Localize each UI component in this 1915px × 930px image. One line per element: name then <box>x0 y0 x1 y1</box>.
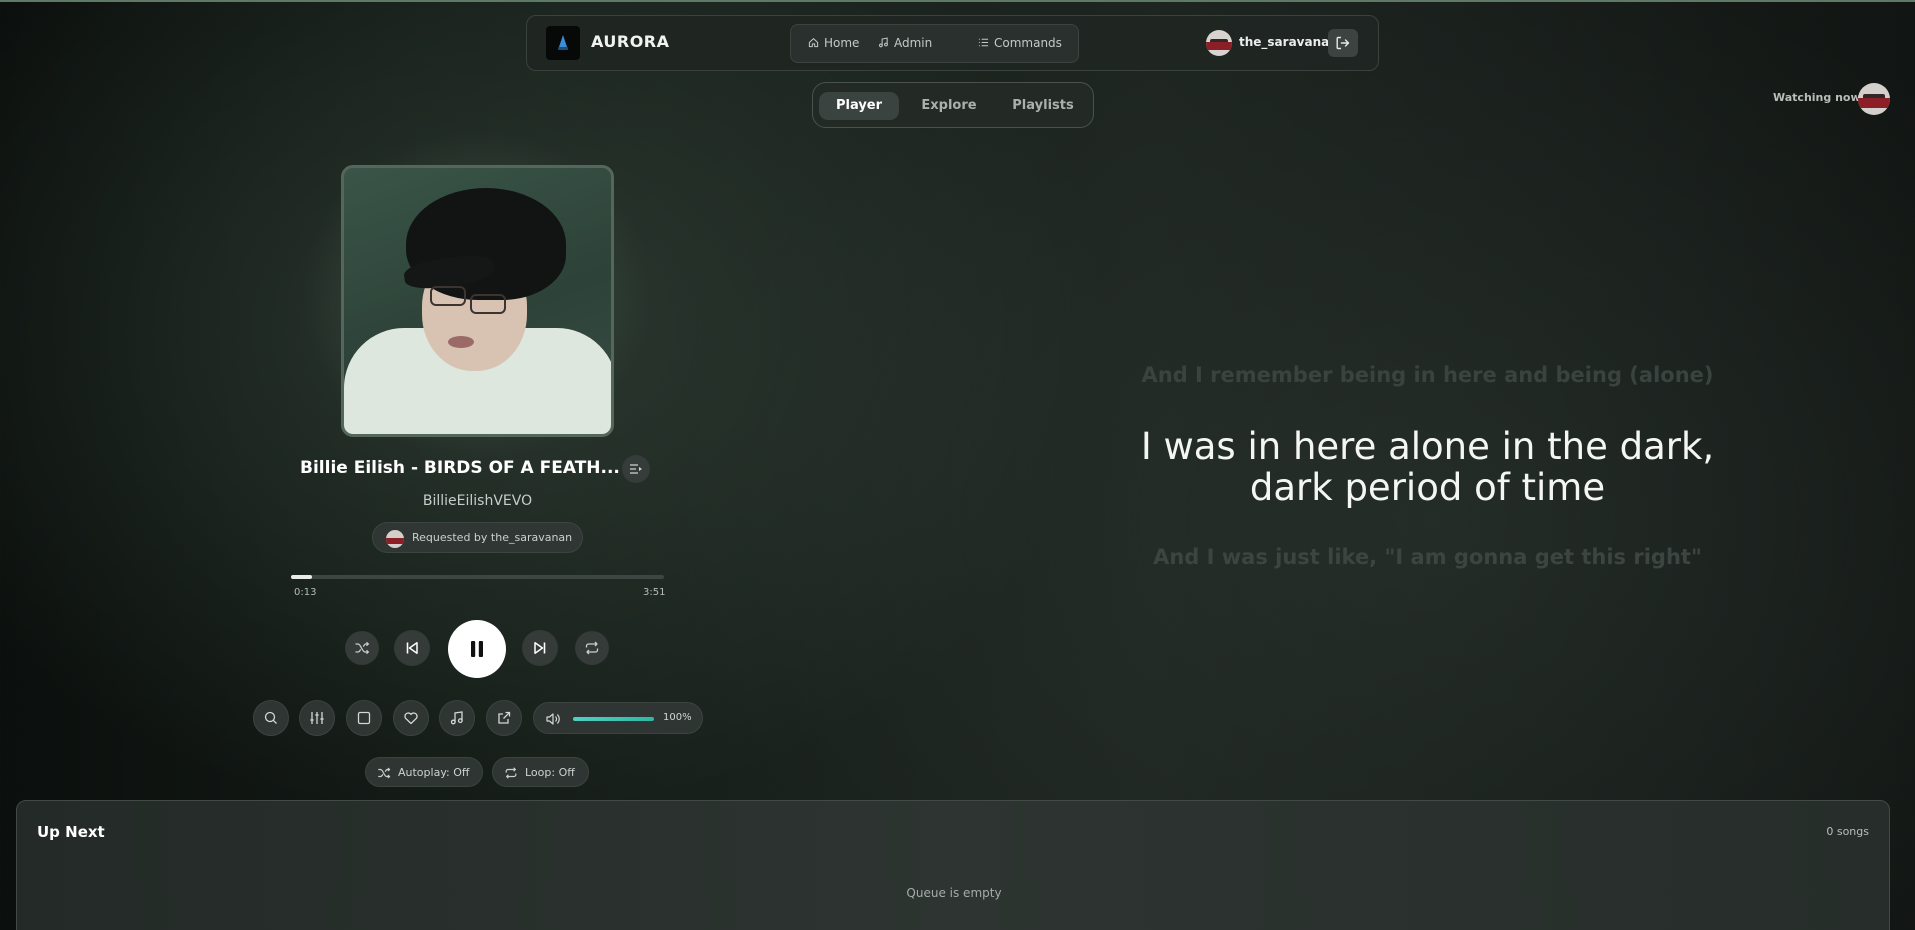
open-external-button[interactable] <box>486 700 522 736</box>
stop-icon <box>357 711 371 725</box>
watching-now-label: Watching now: <box>1773 91 1866 104</box>
sliders-icon <box>310 712 324 724</box>
window-top-border <box>0 0 1915 2</box>
pause-icon <box>471 641 483 657</box>
shuffle-button[interactable] <box>345 631 379 665</box>
up-next-panel: Up Next 0 songs Queue is empty <box>16 800 1890 930</box>
top-navbar: AURORA Home Admin Commands the_saravanan <box>526 15 1379 71</box>
autoplay-toggle[interactable]: Autoplay: Off <box>365 757 483 787</box>
shuffle-icon <box>378 767 391 779</box>
lyric-current-line: I was in here alone in the dark, dark pe… <box>1030 426 1825 508</box>
volume-percent: 100% <box>663 712 692 723</box>
list-icon <box>978 38 989 47</box>
username[interactable]: the_saravanan <box>1239 35 1338 49</box>
lyric-current-line-2: dark period of time <box>1249 466 1606 509</box>
nav-link-admin[interactable]: Admin <box>879 36 933 50</box>
home-icon <box>808 38 819 48</box>
loop-label: Loop: Off <box>525 766 575 779</box>
tab-player[interactable]: Player <box>819 92 899 120</box>
lyric-next-line: And I was just like, "I am gonna get thi… <box>1153 545 1702 569</box>
requested-by-text: Requested by the_saravanan <box>412 531 573 544</box>
repeat-icon <box>585 641 599 655</box>
progress-bar[interactable] <box>291 575 664 579</box>
tab-explore[interactable]: Explore <box>909 92 989 120</box>
progress-bar-fill <box>291 575 312 579</box>
album-art <box>341 165 614 437</box>
shuffle-icon <box>355 641 370 655</box>
autoplay-label: Autoplay: Off <box>398 766 470 779</box>
repeat-icon <box>505 767 517 779</box>
up-next-title: Up Next <box>37 823 105 841</box>
app-name[interactable]: AURORA <box>591 32 670 51</box>
heart-icon <box>404 712 418 725</box>
requester-avatar <box>386 530 404 548</box>
requested-by-badge: Requested by the_saravanan <box>372 522 583 553</box>
volume-icon[interactable] <box>545 711 561 727</box>
search-icon <box>264 711 277 724</box>
tab-playlists[interactable]: Playlists <box>999 92 1087 120</box>
volume-slider-fill <box>573 717 654 721</box>
queue-count: 0 songs <box>1826 825 1869 838</box>
previous-track-button[interactable] <box>394 630 430 666</box>
nav-link-home[interactable]: Home <box>808 36 860 50</box>
current-time: 0:13 <box>294 587 317 598</box>
skip-forward-icon <box>534 642 546 654</box>
watcher-avatar[interactable] <box>1858 83 1890 115</box>
track-title: Billie Eilish - BIRDS OF A FEATH... <box>300 458 620 478</box>
logout-button[interactable] <box>1328 29 1358 57</box>
loop-toggle[interactable]: Loop: Off <box>492 757 589 787</box>
app-logo[interactable] <box>546 26 580 60</box>
volume-slider[interactable] <box>573 717 654 721</box>
pause-button[interactable] <box>448 620 506 678</box>
volume-control: 100% <box>533 702 703 734</box>
queue-list-icon <box>630 464 642 474</box>
music-note-icon <box>879 37 888 48</box>
favorite-button[interactable] <box>393 700 429 736</box>
next-track-button[interactable] <box>522 630 558 666</box>
external-link-icon <box>498 711 511 724</box>
equalizer-button[interactable] <box>299 700 335 736</box>
nav-link-commands-label: Commands <box>994 36 1062 50</box>
lyric-previous-line: And I remember being in here and being (… <box>1141 363 1714 387</box>
nav-links-group: Home Admin Commands <box>790 24 1079 63</box>
music-note-icon <box>450 711 463 725</box>
search-button[interactable] <box>253 700 289 736</box>
nav-link-commands[interactable]: Commands <box>978 36 1062 50</box>
lyric-current-line-1: I was in here alone in the dark, <box>1140 425 1715 468</box>
track-artist[interactable]: BillieEilishVEVO <box>380 493 575 509</box>
nav-link-admin-label: Admin <box>894 36 933 50</box>
lyrics-button[interactable] <box>439 700 475 736</box>
queue-empty-message: Queue is empty <box>906 886 1002 900</box>
add-to-queue-button[interactable] <box>622 455 650 483</box>
nav-link-home-label: Home <box>824 36 860 50</box>
view-tabs: Player Explore Playlists <box>812 82 1094 128</box>
flame-icon <box>559 35 567 47</box>
total-time: 3:51 <box>643 587 666 598</box>
skip-back-icon <box>406 642 418 654</box>
repeat-button[interactable] <box>575 631 609 665</box>
logout-icon <box>1336 36 1350 50</box>
stop-button[interactable] <box>346 700 382 736</box>
user-avatar[interactable] <box>1206 30 1232 56</box>
